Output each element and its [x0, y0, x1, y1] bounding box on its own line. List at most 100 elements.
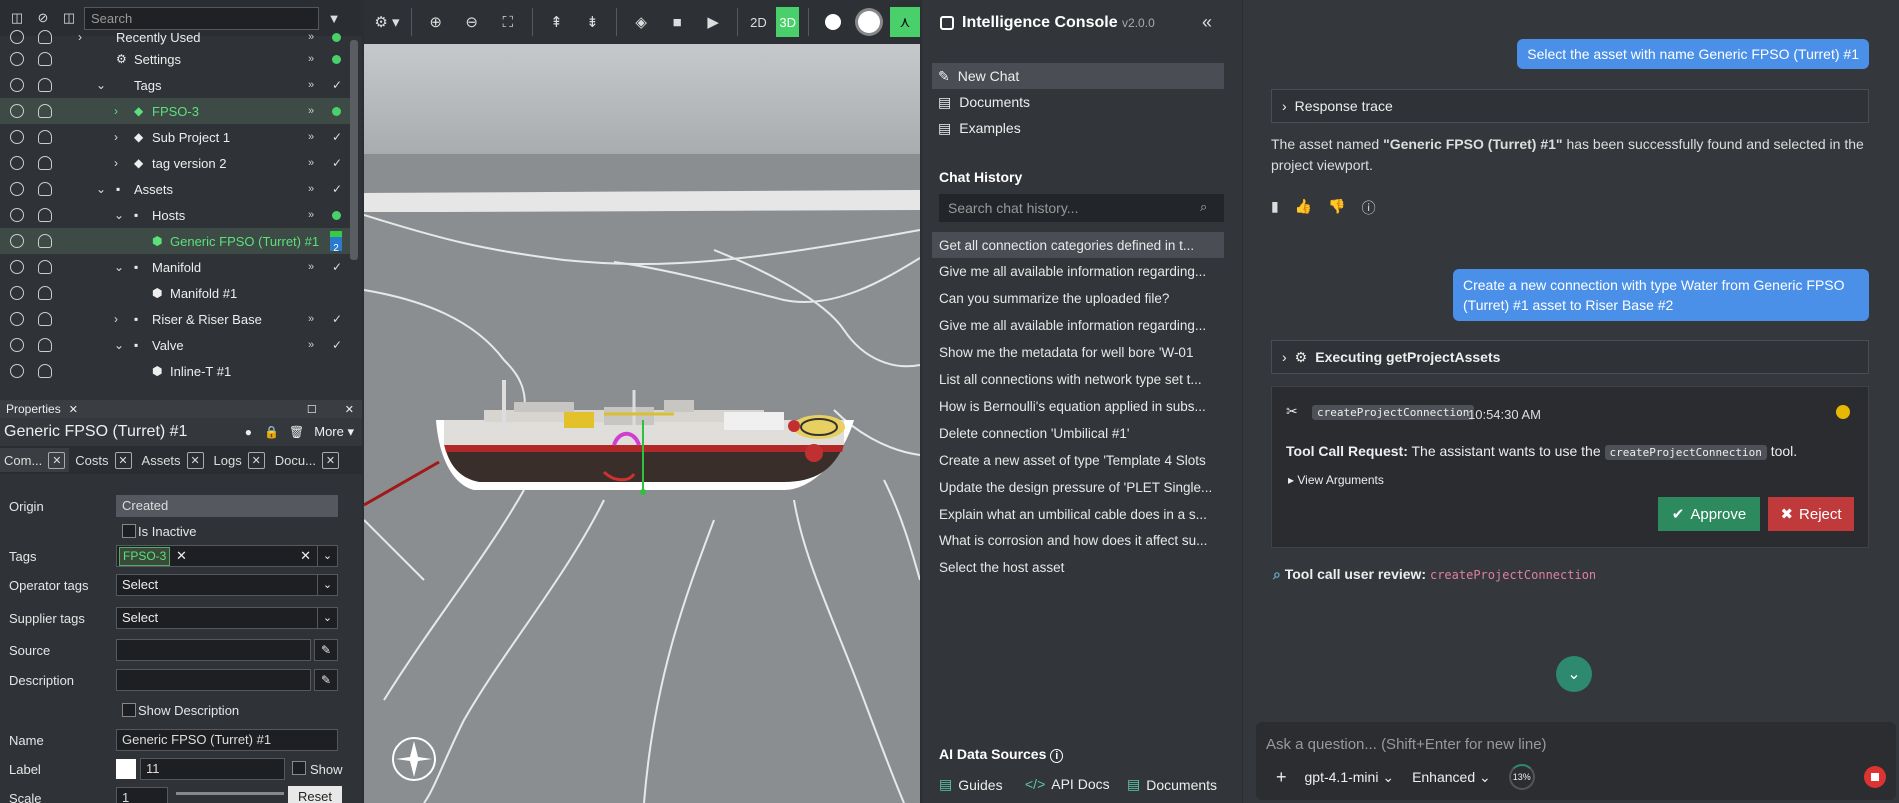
- user-visibility-icon[interactable]: [38, 208, 52, 222]
- locate-icon[interactable]: ●: [245, 425, 252, 439]
- view-arguments-toggle[interactable]: ▸ View Arguments: [1288, 473, 1384, 487]
- zoom-in-icon[interactable]: ⊕: [421, 7, 451, 37]
- raise-water-icon[interactable]: ⇞: [541, 7, 571, 37]
- chat-history-item[interactable]: Explain what an umbilical cable does in …: [932, 501, 1224, 527]
- chevron-down-icon[interactable]: ⌄: [317, 546, 337, 566]
- edit-source-icon[interactable]: ✎: [314, 639, 338, 661]
- shading-toggle-icon[interactable]: [854, 7, 884, 37]
- show-description-checkbox[interactable]: [122, 703, 136, 717]
- properties-tab[interactable]: Com... ✕: [0, 448, 70, 472]
- close-tab-icon[interactable]: ✕: [186, 451, 204, 469]
- visibility-icon[interactable]: [10, 156, 24, 170]
- approve-button[interactable]: ✔ Approve: [1658, 497, 1760, 531]
- collapse-sidebar-icon[interactable]: «: [1202, 12, 1212, 33]
- close-properties-icon[interactable]: ✕: [69, 403, 78, 416]
- expand-chevron-icon[interactable]: ›: [114, 312, 118, 326]
- chat-history-search-input[interactable]: [939, 194, 1224, 222]
- chat-history-item[interactable]: Get all connection categories defined in…: [932, 232, 1224, 258]
- user-visibility-icon[interactable]: [38, 156, 52, 170]
- user-visibility-icon[interactable]: [38, 312, 52, 326]
- label-color-swatch[interactable]: [116, 759, 136, 779]
- sidebar-item-examples[interactable]: ▤ Examples: [932, 115, 1224, 141]
- chat-history-item[interactable]: Select the host asset: [932, 555, 1224, 581]
- properties-tab[interactable]: Logs ✕: [210, 448, 269, 472]
- chat-history-item[interactable]: List all connections with network type s…: [932, 367, 1224, 393]
- model-select[interactable]: gpt-4.1-mini ⌄: [1305, 769, 1395, 786]
- chat-input[interactable]: [1266, 732, 1866, 756]
- collapse-icon[interactable]: »: [308, 313, 314, 325]
- name-input[interactable]: Generic FPSO (Turret) #1: [116, 729, 338, 751]
- user-visibility-icon[interactable]: [38, 52, 52, 66]
- 3d-viewport[interactable]: ⚙ ▾ ⊕ ⊖ ⛶ ⇞ ⇟ ◈ ■ ▶ 2D 3D ⋏: [364, 0, 920, 803]
- tree-row[interactable]: › ◆ tag version 2 » ✓: [0, 150, 352, 176]
- user-visibility-icon[interactable]: [38, 78, 52, 92]
- maximize-icon[interactable]: ☐: [307, 403, 317, 416]
- mode-select[interactable]: Enhanced ⌄: [1412, 769, 1491, 786]
- zoom-out-icon[interactable]: ⊖: [457, 7, 487, 37]
- visibility-icon[interactable]: [10, 130, 24, 144]
- response-trace-toggle[interactable]: › Response trace: [1271, 89, 1869, 123]
- chat-history-item[interactable]: Create a new asset of type 'Template 4 S…: [932, 447, 1224, 473]
- user-visibility-icon[interactable]: [38, 260, 52, 274]
- collapse-icon[interactable]: »: [308, 31, 314, 43]
- more-button[interactable]: More ▾: [314, 424, 354, 440]
- properties-tab[interactable]: Docu... ✕: [271, 448, 343, 472]
- user-visibility-icon[interactable]: [38, 182, 52, 196]
- collapse-icon[interactable]: »: [308, 79, 314, 91]
- expand-chevron-icon[interactable]: ›: [114, 156, 118, 170]
- user-visibility-icon[interactable]: [38, 338, 52, 352]
- visibility-icon[interactable]: [10, 78, 24, 92]
- trash-icon[interactable]: 🗑: [289, 425, 304, 439]
- supplier-tags-select[interactable]: Select ⌄: [116, 607, 338, 629]
- close-tab-icon[interactable]: ✕: [114, 451, 132, 469]
- user-visibility-icon[interactable]: [38, 130, 52, 144]
- visibility-icon[interactable]: [10, 104, 24, 118]
- chat-history-item[interactable]: How is Bernoulli's equation applied in s…: [932, 393, 1224, 419]
- chat-history-item[interactable]: Can you summarize the uploaded file?: [932, 286, 1224, 312]
- chat-history-item[interactable]: What is corrosion and how does it affect…: [932, 528, 1224, 554]
- chat-history-item[interactable]: Give me all available information regard…: [932, 313, 1224, 339]
- collapse-icon[interactable]: »: [308, 183, 314, 195]
- fit-view-icon[interactable]: ⛶: [493, 7, 523, 37]
- chat-history-item[interactable]: Show me the metadata for well bore 'W-01: [932, 340, 1224, 366]
- visibility-icon[interactable]: [10, 208, 24, 222]
- chat-history-item[interactable]: Give me all available information regard…: [932, 259, 1224, 285]
- copy-icon[interactable]: ▮: [1271, 198, 1279, 218]
- close-tab-icon[interactable]: ✕: [321, 451, 339, 469]
- user-visibility-icon[interactable]: [38, 364, 52, 378]
- collapse-icon[interactable]: »: [308, 339, 314, 351]
- close-tab-icon[interactable]: ✕: [247, 451, 265, 469]
- operator-tags-select[interactable]: Select ⌄: [116, 574, 338, 596]
- user-visibility-icon[interactable]: [38, 104, 52, 118]
- user-visibility-icon[interactable]: [38, 234, 52, 248]
- user-visibility-icon[interactable]: [38, 30, 52, 44]
- collapse-icon[interactable]: »: [308, 209, 314, 221]
- tree-row[interactable]: › ◆ FPSO-3 »: [0, 98, 352, 124]
- show-label-checkbox[interactable]: [292, 761, 306, 775]
- tags-select[interactable]: FPSO-3 ✕ ✕ ⌄: [116, 545, 338, 567]
- thumbs-down-icon[interactable]: 👎: [1328, 198, 1345, 218]
- expand-chevron-icon[interactable]: ›: [78, 30, 82, 44]
- source-input[interactable]: [116, 639, 311, 661]
- collapse-icon[interactable]: »: [308, 261, 314, 273]
- scroll-down-button[interactable]: ⌄: [1556, 656, 1592, 692]
- compass-icon[interactable]: [392, 737, 436, 781]
- tree-scrollbar[interactable]: [350, 40, 358, 260]
- reject-button[interactable]: ✖ Reject: [1768, 497, 1854, 531]
- tree-row[interactable]: ⌄ ▪ Hosts »: [0, 202, 352, 228]
- visibility-icon[interactable]: [10, 234, 24, 248]
- thumbs-up-icon[interactable]: 👍: [1295, 198, 1312, 218]
- api-docs-link[interactable]: </> API Docs: [1025, 776, 1110, 792]
- tree-row[interactable]: ⚙ Settings »: [0, 46, 352, 72]
- settings-gear-icon[interactable]: ⚙ ▾: [372, 7, 402, 37]
- measure-tool-icon[interactable]: ⋏: [889, 7, 920, 37]
- tree-row[interactable]: › ◆ Sub Project 1 » ✓: [0, 124, 352, 150]
- collapse-icon[interactable]: »: [308, 157, 314, 169]
- expand-chevron-icon[interactable]: ›: [114, 130, 118, 144]
- expand-chevron-icon[interactable]: ⌄: [114, 260, 124, 274]
- view-2d-toggle[interactable]: 2D: [747, 7, 770, 37]
- tree-row[interactable]: ⌄ ▪ Valve » ✓: [0, 332, 352, 358]
- collapse-icon[interactable]: »: [308, 53, 314, 65]
- user-visibility-icon[interactable]: [38, 286, 52, 300]
- close-tab-icon[interactable]: ✕: [48, 451, 66, 469]
